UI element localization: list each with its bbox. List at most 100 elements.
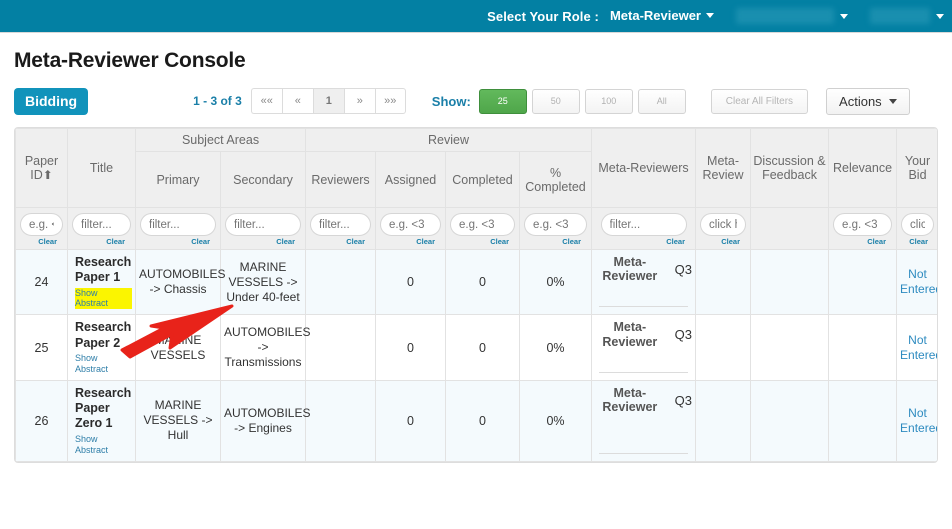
column-header-secondary[interactable]: Secondary <box>219 151 307 208</box>
cell-discussion-feedback[interactable] <box>750 248 830 316</box>
role-dropdown[interactable]: Meta-Reviewer <box>599 7 714 25</box>
select-role-label: Select Your Role : <box>487 8 599 24</box>
page-size-all[interactable]: All <box>637 88 686 114</box>
table-row[interactable]: 24 Research Paper 1 Show Abstract AUTOMO… <box>15 248 937 316</box>
papers-table: Paper ID⬆ Title Subject Areas Review Met… <box>15 128 937 462</box>
column-header-your-bid[interactable]: Your Bid <box>896 128 937 208</box>
pagination-first[interactable]: «« <box>250 88 282 114</box>
column-header-paper-id[interactable]: Paper ID⬆ <box>15 128 68 208</box>
column-group-subject-areas: Subject Areas <box>134 128 307 152</box>
filter-input-secondary[interactable] <box>225 213 302 236</box>
filter-clear-your-bid[interactable]: Clear <box>901 237 934 246</box>
meta-reviewer-code: Q3 <box>674 392 693 408</box>
cell-discussion-feedback[interactable] <box>750 314 830 381</box>
cell-reviewers <box>305 379 377 462</box>
cell-secondary-subject: MARINE VESSELS -> Under 40-feet <box>219 248 307 316</box>
table-row[interactable]: 26 Research Paper Zero 1 Show Abstract M… <box>15 379 937 462</box>
redacted-user-menu[interactable] <box>736 8 834 24</box>
meta-reviewer-name: Meta-Reviewer <box>602 255 658 284</box>
filter-cell-reviewers: Clear <box>305 207 377 250</box>
cell-meta-reviewers: Meta-Reviewer Q3 <box>591 379 697 462</box>
cell-completed: 0 <box>445 314 521 381</box>
redacted-secondary-menu[interactable] <box>870 8 930 24</box>
cell-pct-completed: 0% <box>519 314 593 381</box>
cell-your-bid[interactable]: Not Entered <box>896 379 937 462</box>
column-header-pct-completed[interactable]: % Completed <box>519 151 593 208</box>
page-size-50[interactable]: 50 <box>531 88 580 114</box>
actions-button[interactable]: Actions <box>826 87 910 115</box>
filter-input-reviewers[interactable] <box>310 213 372 236</box>
show-abstract-link[interactable]: Show Abstract <box>75 434 132 456</box>
filter-cell-assigned: Clear <box>375 207 447 250</box>
cell-relevance[interactable] <box>828 314 898 381</box>
filter-cell-completed: Clear <box>445 207 521 250</box>
pagination-page-1[interactable]: 1 <box>312 88 344 114</box>
cell-meta-review[interactable] <box>695 314 752 381</box>
column-header-primary[interactable]: Primary <box>135 151 221 208</box>
cell-title: Research Paper Zero 1 Show Abstract <box>67 379 136 462</box>
filter-input-meta-reviewers[interactable] <box>600 213 687 236</box>
column-header-reviewers[interactable]: Reviewers <box>305 151 377 208</box>
filter-clear-assigned[interactable]: Clear <box>380 237 441 246</box>
cell-relevance[interactable] <box>828 248 898 316</box>
chevron-down-icon <box>840 13 848 19</box>
page-size-25[interactable]: 25 <box>478 88 527 114</box>
filter-input-pct-completed[interactable] <box>524 213 588 236</box>
filter-clear-relevance[interactable]: Clear <box>833 237 892 246</box>
papers-table-wrapper: Paper ID⬆ Title Subject Areas Review Met… <box>14 127 938 463</box>
meta-reviewer-entry: Meta-Reviewer Q3 <box>595 255 692 309</box>
meta-reviewer-code: Q3 <box>674 261 693 277</box>
show-abstract-link[interactable]: Show Abstract <box>75 287 132 310</box>
meta-reviewer-name: Meta-Reviewer <box>602 385 658 415</box>
filter-input-title[interactable] <box>72 213 131 236</box>
cell-reviewers <box>305 314 377 381</box>
cell-relevance[interactable] <box>828 379 898 462</box>
cell-your-bid[interactable]: Not Entered <box>896 314 937 381</box>
column-header-title[interactable]: Title <box>67 128 136 208</box>
filter-clear-meta-review[interactable]: Clear <box>700 237 746 246</box>
filter-input-meta-review[interactable] <box>700 213 747 236</box>
pagination-next[interactable]: » <box>343 88 375 114</box>
show-abstract-link[interactable]: Show Abstract <box>75 353 132 375</box>
filter-input-assigned[interactable] <box>380 213 442 236</box>
table-row[interactable]: 25 Research Paper 2 Show Abstract MARINE… <box>15 314 937 381</box>
column-group-review: Review <box>305 128 593 152</box>
pagination-last[interactable]: »» <box>374 88 406 114</box>
filter-input-primary[interactable] <box>140 213 216 236</box>
filter-cell-title: Clear <box>67 207 136 250</box>
filter-input-relevance[interactable] <box>833 213 893 236</box>
cell-your-bid[interactable]: Not Entered <box>896 248 937 316</box>
filter-clear-secondary[interactable]: Clear <box>225 237 301 246</box>
column-header-discussion-feedback[interactable]: Discussion & Feedback <box>750 128 830 208</box>
filter-input-completed[interactable] <box>450 213 516 236</box>
column-header-assigned[interactable]: Assigned <box>375 151 447 208</box>
filter-input-your-bid[interactable] <box>901 213 935 236</box>
filter-clear-meta-reviewers[interactable]: Clear <box>596 237 691 246</box>
column-header-paper-id-label: Paper ID <box>24 154 59 182</box>
column-header-completed[interactable]: Completed <box>445 151 521 208</box>
filter-clear-paper-id[interactable]: Clear <box>20 237 63 246</box>
pagination-prev[interactable]: « <box>281 88 313 114</box>
paper-title-text: Research Paper Zero 1 <box>75 385 132 431</box>
status-badge-bidding[interactable]: Bidding <box>14 87 89 115</box>
column-header-relevance[interactable]: Relevance <box>828 128 898 208</box>
clear-all-filters-button[interactable]: Clear All Filters <box>710 88 809 114</box>
actions-button-label: Actions <box>839 93 882 109</box>
cell-paper-id: 26 <box>15 379 68 462</box>
filter-clear-title[interactable]: Clear <box>72 237 131 246</box>
page-size-100[interactable]: 100 <box>584 88 633 114</box>
table-head: Paper ID⬆ Title Subject Areas Review Met… <box>15 128 937 250</box>
cell-meta-review[interactable] <box>695 379 752 462</box>
cell-meta-review[interactable] <box>695 248 752 316</box>
toolbar: Bidding 1 - 3 of 3 «« « 1 » »» Show: 25 … <box>14 86 938 116</box>
cell-meta-reviewers: Meta-Reviewer Q3 <box>591 248 697 316</box>
filter-clear-completed[interactable]: Clear <box>450 237 515 246</box>
column-header-meta-review[interactable]: Meta-Review <box>695 128 752 208</box>
filter-clear-reviewers[interactable]: Clear <box>310 237 371 246</box>
filter-clear-primary[interactable]: Clear <box>140 237 216 246</box>
filter-input-paper-id[interactable] <box>20 213 63 236</box>
filter-clear-pct-completed[interactable]: Clear <box>524 237 587 246</box>
cell-discussion-feedback[interactable] <box>750 379 830 462</box>
column-header-meta-reviewers[interactable]: Meta-Reviewers <box>591 128 697 208</box>
filter-row: Clear Clear Clear Clear <box>15 207 937 250</box>
